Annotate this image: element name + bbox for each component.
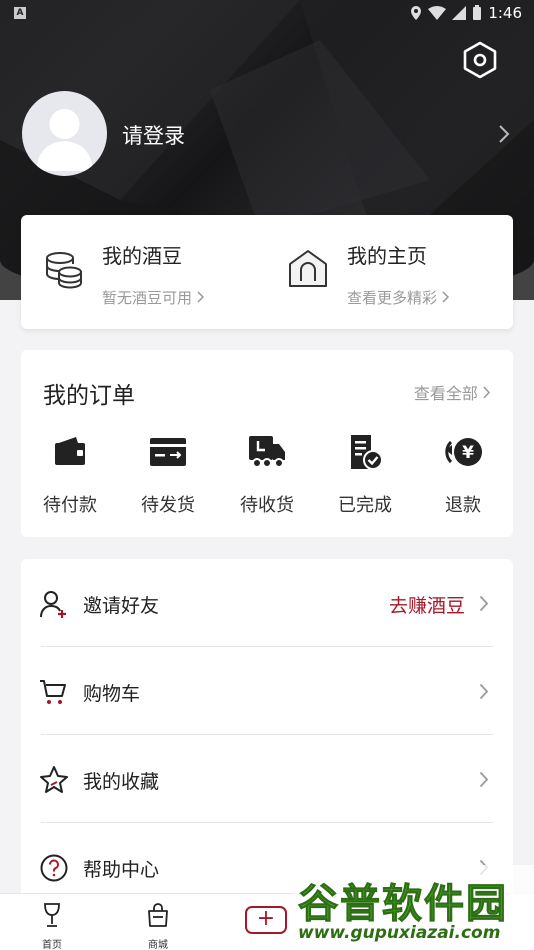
chevron-right-icon: [479, 771, 489, 788]
signal-icon: [452, 6, 467, 20]
menu-label: 我的收藏: [83, 771, 160, 793]
nav-label: 首页: [42, 940, 62, 950]
earn-beans-link[interactable]: 去赚酒豆: [389, 591, 465, 618]
order-refund[interactable]: ¥ 退款: [418, 432, 508, 517]
help-icon: [40, 854, 68, 882]
menu-label: 购物车: [83, 683, 141, 705]
homepage-title: 我的主页: [347, 244, 427, 268]
notification-badge: A: [14, 7, 26, 19]
add-post-button[interactable]: +: [245, 906, 287, 934]
menu-favorites[interactable]: 我的收藏: [21, 735, 513, 823]
location-icon: [411, 6, 422, 20]
wifi-icon: [428, 6, 447, 20]
order-pending-shipment[interactable]: 待发货: [123, 432, 213, 517]
watermark-logo: 谷普软件园: [298, 881, 508, 928]
clock: 1:46: [488, 4, 522, 22]
view-all-label: 查看全部: [413, 384, 478, 403]
home-icon: [289, 250, 327, 287]
order-label: 待发货: [141, 495, 195, 516]
login-prompt[interactable]: 请登录: [122, 120, 185, 150]
coins-stack-icon: [46, 252, 82, 289]
watermark-url: www.gupuxiazai.com: [298, 923, 501, 943]
svg-text:¥: ¥: [462, 443, 474, 463]
chevron-right-icon: [479, 595, 489, 612]
chevron-right-icon: [197, 291, 204, 303]
order-label: 待收货: [240, 495, 294, 516]
orders-title: 我的订单: [43, 383, 135, 409]
menu-label: 邀请好友: [83, 595, 160, 617]
homepage-subtitle: 查看更多精彩: [347, 287, 450, 308]
homepage-subtitle-text: 查看更多精彩: [347, 289, 438, 307]
invite-user-icon: [40, 591, 66, 618]
chevron-right-icon: [479, 683, 489, 700]
menu-cart[interactable]: 购物车: [21, 647, 513, 735]
wallet-icon: [55, 437, 85, 465]
order-label: 待付款: [43, 495, 97, 516]
shopping-bag-icon: [148, 903, 168, 927]
order-label: 已完成: [338, 495, 392, 516]
wine-glass-icon: [44, 903, 60, 927]
battery-icon: [473, 5, 482, 20]
my-homepage[interactable]: 我的主页 查看更多精彩: [287, 215, 497, 329]
settings-hex-icon[interactable]: [460, 40, 500, 80]
order-label: 退款: [445, 495, 481, 516]
menu-card: 邀请好友 去赚酒豆 购物车 我的收藏 帮助中心: [21, 559, 513, 899]
nav-home[interactable]: 首页: [22, 902, 82, 950]
doc-check-icon: [351, 435, 383, 470]
order-completed[interactable]: 已完成: [320, 432, 410, 517]
order-pending-receipt[interactable]: 待收货: [222, 432, 312, 517]
chevron-right-icon: [483, 386, 491, 399]
beans-subtitle-text: 暂无酒豆可用: [102, 289, 193, 307]
status-bar: A 1:46: [0, 0, 534, 28]
star-icon: [40, 766, 68, 793]
refund-yen-icon: ¥: [445, 438, 482, 466]
beans-card: 我的酒豆 暂无酒豆可用 我的主页 查看更多精彩: [21, 215, 513, 329]
chevron-right-icon: [442, 291, 449, 303]
default-user-icon: [36, 109, 93, 171]
avatar[interactable]: [22, 91, 107, 176]
menu-invite-friends[interactable]: 邀请好友 去赚酒豆: [21, 559, 513, 647]
beans-subtitle: 暂无酒豆可用: [102, 287, 205, 308]
truck-icon: [249, 436, 285, 468]
order-pending-payment[interactable]: 待付款: [25, 432, 115, 517]
chevron-right-icon[interactable]: [498, 124, 510, 144]
view-all-orders[interactable]: 查看全部: [414, 380, 491, 404]
nav-label: 商城: [148, 940, 168, 950]
menu-label: 帮助中心: [83, 859, 160, 881]
nav-mall[interactable]: 商城: [128, 902, 188, 950]
orders-card: 我的订单 查看全部 待付款 待发货 待收货 已完成 ¥ 退款: [21, 350, 513, 537]
card-send-icon: [150, 438, 186, 466]
my-beans[interactable]: 我的酒豆 暂无酒豆可用: [42, 215, 272, 329]
profile-page: A 1:46 请登录 我的酒豆 暂无酒豆可用 我的主页 查看更多精彩 我的订单 …: [0, 0, 534, 950]
beans-title: 我的酒豆: [102, 244, 182, 268]
cart-icon: [40, 680, 66, 704]
watermark: 谷普软件园 www.gupuxiazai.com: [292, 865, 534, 950]
